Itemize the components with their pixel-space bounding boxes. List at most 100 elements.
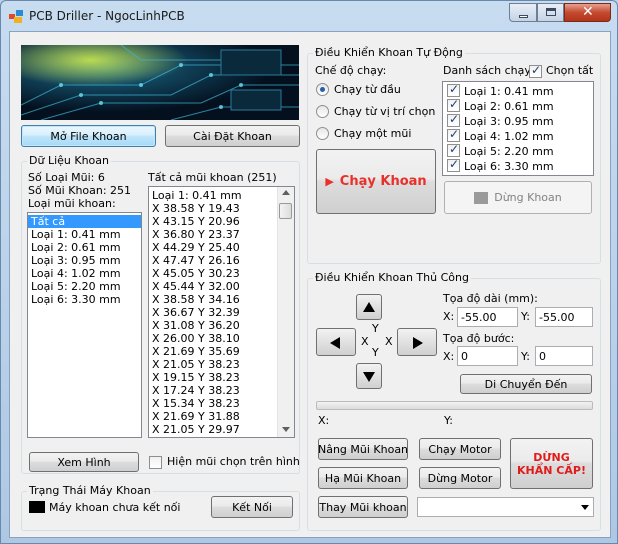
bit-type-list[interactable]: Tất cả Loại 1: 0.41 mm Loại 2: 0.61 mm Loại…: [27, 212, 142, 438]
run-list-item-checkbox[interactable]: [447, 142, 460, 157]
all-bits-item[interactable]: X 43.15 Y 20.96: [152, 215, 278, 228]
scroll-thumb[interactable]: [279, 203, 292, 219]
all-bits-item[interactable]: X 26.00 Y 38.10: [152, 332, 278, 345]
step-y-input[interactable]: 0: [535, 346, 593, 366]
all-bits-item[interactable]: X 19.15 Y 38.23: [152, 371, 278, 384]
run-list-items: Loại 1: 0.41 mm Loại 2: 0.61 mm Loại 3: 0.…: [443, 82, 593, 174]
connection-status-indicator: [29, 501, 45, 513]
all-bits-item[interactable]: X 45.05 Y 30.23: [152, 267, 278, 280]
bit-type-item[interactable]: Loại 1: 0.41 mm: [28, 228, 141, 241]
bit-select-dropdown[interactable]: [417, 497, 594, 517]
coord-y-label: Y:: [521, 310, 530, 323]
emergency-stop-line1: DỪNG: [533, 450, 570, 464]
all-bits-item[interactable]: X 36.80 Y 23.37: [152, 228, 278, 241]
all-bits-item[interactable]: X 45.44 Y 32.00: [152, 280, 278, 293]
run-list-item[interactable]: Loại 1: 0.41 mm: [443, 82, 593, 99]
run-list-item-checkbox[interactable]: [447, 127, 460, 142]
all-bits-item-label: X 21.05 Y 29.97: [152, 423, 240, 436]
all-bits-item[interactable]: X 15.34 Y 38.23: [152, 397, 278, 410]
coord-x-input[interactable]: -55.00: [457, 307, 518, 327]
all-bits-item[interactable]: X 36.67 Y 32.39: [152, 306, 278, 319]
run-list-item-label: Loại 3: 0.95 mm: [464, 115, 554, 128]
select-all-checkbox[interactable]: [529, 63, 542, 78]
all-bits-item[interactable]: X 21.69 Y 35.69: [152, 345, 278, 358]
stop-drill-button[interactable]: Dừng Khoan: [444, 181, 592, 214]
connection-status-text: Máy khoan chưa kết nối: [49, 501, 181, 514]
bit-type-item[interactable]: Tất cả: [28, 215, 141, 228]
move-left-button[interactable]: [316, 328, 356, 356]
run-list-item-checkbox[interactable]: [447, 82, 460, 97]
lower-bit-button[interactable]: Hạ Mũi Khoan: [318, 467, 408, 489]
close-button[interactable]: ✕: [564, 3, 611, 22]
open-drill-file-button[interactable]: Mở File Khoan: [21, 125, 156, 147]
drill-settings-button[interactable]: Cài Đặt Khoan: [165, 125, 300, 147]
run-drill-button[interactable]: ▶ Chạy Khoan: [316, 149, 436, 214]
run-list-item[interactable]: Loại 3: 0.95 mm: [443, 112, 593, 129]
move-to-button[interactable]: Di Chuyển Đến: [460, 374, 592, 394]
app-icon: [9, 10, 23, 23]
radio-run-from-start[interactable]: [316, 83, 329, 96]
all-bits-item[interactable]: X 21.05 Y 38.23: [152, 358, 278, 371]
run-list-item-checkbox[interactable]: [447, 157, 460, 172]
run-list[interactable]: Loại 1: 0.41 mm Loại 2: 0.61 mm Loại 3: 0.…: [442, 81, 594, 176]
run-list-item[interactable]: Loại 2: 0.61 mm: [443, 97, 593, 114]
all-bits-item-label: X 38.58 Y 19.43: [152, 202, 240, 215]
all-bits-item[interactable]: X 17.24 Y 38.23: [152, 384, 278, 397]
all-bits-item[interactable]: X 21.69 Y 31.88: [152, 410, 278, 423]
drill-data-group-label: Dữ Liệu Khoan: [27, 154, 111, 167]
change-bit-button[interactable]: Thay Mũi khoan: [318, 496, 408, 518]
run-motor-button[interactable]: Chạy Motor: [419, 438, 501, 460]
maximize-button[interactable]: [537, 3, 564, 22]
all-bits-item[interactable]: X 38.58 Y 34.16: [152, 293, 278, 306]
minimize-button[interactable]: [509, 3, 537, 22]
bit-type-item[interactable]: Loại 5: 2.20 mm: [28, 280, 141, 293]
coord-y-input[interactable]: -55.00: [535, 307, 593, 327]
all-bits-item[interactable]: X 44.29 Y 25.40: [152, 241, 278, 254]
bit-type-item-label: Loại 6: 3.30 mm: [31, 293, 121, 306]
all-bits-item[interactable]: X 38.58 Y 19.43: [152, 202, 278, 215]
connect-button[interactable]: Kết Nối: [211, 496, 293, 518]
all-bits-item[interactable]: Loại 1: 0.41 mm: [152, 189, 278, 202]
all-bits-item[interactable]: X 31.08 Y 36.20: [152, 319, 278, 332]
run-list-item-checkbox[interactable]: [447, 112, 460, 127]
bit-type-item[interactable]: Loại 4: 1.02 mm: [28, 267, 141, 280]
axis-y-top-label: Y: [372, 322, 379, 335]
run-list-item-label: Loại 4: 1.02 mm: [464, 130, 554, 143]
move-up-button[interactable]: [356, 294, 382, 320]
all-bits-item[interactable]: X 47.47 Y 26.16: [152, 254, 278, 267]
arrow-down-icon: [363, 372, 375, 382]
radio-run-from-selected-label: Chạy từ vị trí chọn: [334, 105, 436, 118]
bit-type-item[interactable]: Loại 3: 0.95 mm: [28, 254, 141, 267]
arrow-up-icon: [363, 302, 375, 312]
all-bits-list[interactable]: Loại 1: 0.41 mm X 38.58 Y 19.43 X 43.15 Y …: [148, 186, 295, 438]
all-bits-item[interactable]: X 21.05 Y 29.97: [152, 423, 278, 436]
run-list-item[interactable]: Loại 5: 2.20 mm: [443, 142, 593, 159]
view-image-button[interactable]: Xem Hình: [29, 452, 139, 472]
stop-motor-button[interactable]: Dừng Motor: [419, 467, 501, 489]
raise-bit-button[interactable]: Nâng Mũi Khoan: [318, 438, 408, 460]
scroll-down-icon[interactable]: [282, 427, 290, 432]
bit-type-item[interactable]: Loại 6: 3.30 mm: [28, 293, 141, 306]
run-list-item-checkbox[interactable]: [447, 97, 460, 112]
run-list-item[interactable]: Loại 4: 1.02 mm: [443, 127, 593, 144]
stop-square-icon: [474, 191, 489, 204]
bit-type-items: Tất cả Loại 1: 0.41 mm Loại 2: 0.61 mm Loại…: [28, 213, 141, 306]
show-selected-checkbox[interactable]: [149, 456, 162, 469]
bit-type-item-label: Loại 1: 0.41 mm: [31, 228, 121, 241]
window-title: PCB Driller - NgocLinhPCB: [29, 9, 185, 23]
title-bar[interactable]: PCB Driller - NgocLinhPCB ✕: [1, 1, 618, 31]
radio-run-one-bit-label: Chạy một mũi: [334, 127, 412, 140]
emergency-stop-button[interactable]: DỪNG KHẨN CẤP!: [510, 438, 593, 489]
position-x-label: X:: [318, 414, 330, 427]
scroll-up-icon[interactable]: [282, 190, 290, 195]
radio-run-one-bit[interactable]: [316, 127, 329, 140]
client-area: Mở File Khoan Cài Đặt Khoan Dữ Liệu Khoa…: [9, 31, 611, 538]
all-bits-scrollbar[interactable]: [277, 187, 294, 437]
radio-run-from-selected[interactable]: [316, 105, 329, 118]
move-right-button[interactable]: [397, 328, 437, 356]
step-x-input[interactable]: 0: [457, 346, 518, 366]
bit-type-item[interactable]: Loại 2: 0.61 mm: [28, 241, 141, 254]
arrow-left-icon: [330, 337, 340, 349]
move-down-button[interactable]: [356, 363, 382, 389]
run-list-item[interactable]: Loại 6: 3.30 mm: [443, 157, 593, 174]
